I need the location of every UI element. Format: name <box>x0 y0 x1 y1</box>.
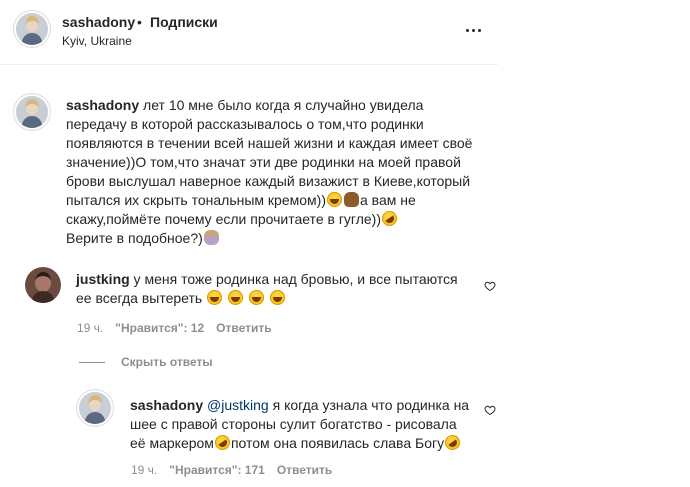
mention-link[interactable]: @justking <box>207 397 269 413</box>
grinning-sweat-emoji <box>228 290 243 305</box>
comment-username[interactable]: justking <box>76 271 130 287</box>
grinning-sweat-emoji <box>248 290 264 305</box>
username-link[interactable]: sashadony <box>62 14 135 30</box>
rofl-emoji <box>442 432 464 453</box>
reply-username[interactable]: sashadony <box>130 397 203 413</box>
reply-meta: 19 ч. "Нравится": 171 Ответить <box>131 463 332 477</box>
rofl-emoji <box>379 208 400 229</box>
caption-text: sashadony лет 10 мне было когда я случай… <box>66 96 486 248</box>
reply-text: sashadony @justking я когда узнала что р… <box>130 396 475 453</box>
comment-avatar[interactable] <box>25 267 61 303</box>
reply-button[interactable]: Ответить <box>277 463 332 477</box>
comment-text: justking у меня тоже родинка над бровью,… <box>76 270 476 308</box>
separator-dot: • <box>137 14 142 30</box>
reply-body-2: потом она появилась слава Богу <box>230 435 445 451</box>
location-link[interactable]: Kyiv, Ukraine <box>62 34 132 48</box>
reply-button[interactable]: Ответить <box>216 321 271 335</box>
more-options-icon[interactable] <box>462 22 484 38</box>
reply-time[interactable]: 19 ч. <box>131 463 157 477</box>
rofl-emoji <box>211 432 233 453</box>
following-button[interactable]: Подписки <box>150 14 218 30</box>
raised-hand-emoji <box>344 192 359 207</box>
comment-time[interactable]: 19 ч. <box>77 321 103 335</box>
caption-body-3: Верите в подобное?) <box>66 230 203 246</box>
heart-icon[interactable] <box>484 404 496 416</box>
avatar[interactable] <box>16 13 48 45</box>
comment-body: у меня тоже родинка над бровью, и все пы… <box>76 271 458 306</box>
comment-likes[interactable]: "Нравится": 12 <box>115 321 204 335</box>
woman-shrugging-emoji <box>203 230 219 245</box>
hide-replies-line <box>79 362 105 363</box>
reply-avatar[interactable] <box>79 392 111 424</box>
comment-meta: 19 ч. "Нравится": 12 Ответить <box>77 321 272 335</box>
grinning-sweat-emoji <box>269 290 285 305</box>
hide-replies-button[interactable]: Скрыть ответы <box>121 355 213 369</box>
grinning-sweat-emoji <box>327 192 342 207</box>
caption-avatar[interactable] <box>16 96 48 128</box>
heart-icon[interactable] <box>484 280 496 292</box>
reply-likes[interactable]: "Нравится": 171 <box>169 463 265 477</box>
post-header: sashadony • Подписки Kyiv, Ukraine <box>0 0 498 65</box>
grinning-sweat-emoji <box>207 290 223 305</box>
caption-username[interactable]: sashadony <box>66 97 139 113</box>
